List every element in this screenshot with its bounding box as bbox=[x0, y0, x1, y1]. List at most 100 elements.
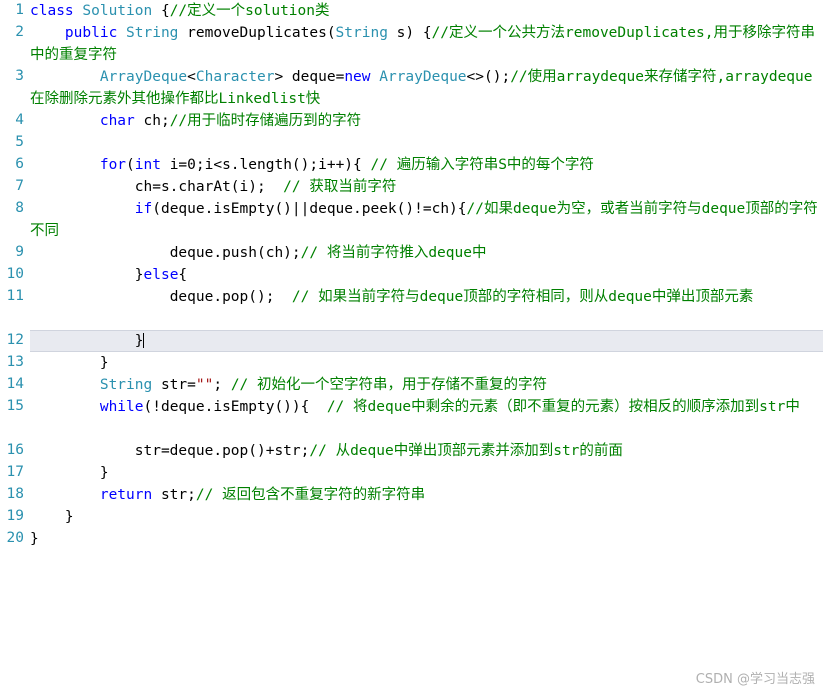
code-token: // 从deque中弹出顶部元素并添加到str的前面 bbox=[309, 443, 623, 459]
code-line[interactable]: return str;// 返回包含不重复字符的新字符串 bbox=[30, 485, 823, 507]
code-token: Character bbox=[195, 69, 275, 85]
code-line[interactable]: deque.push(ch);// 将当前字符推入deque中 bbox=[30, 243, 823, 265]
code-token: //用于临时存储遍历到的字符 bbox=[169, 113, 362, 129]
code-token: deque.push(ch); bbox=[30, 245, 301, 261]
code-token: <>(); bbox=[466, 69, 511, 85]
code-token: // 获取当前字符 bbox=[283, 179, 397, 195]
code-token: ArrayDeque bbox=[379, 69, 467, 85]
code-token: String bbox=[335, 25, 397, 41]
code-token: char bbox=[99, 113, 144, 129]
code-line[interactable]: if(deque.isEmpty()||deque.peek()!=ch){//… bbox=[30, 199, 823, 243]
code-line[interactable]: char ch;//用于临时存储遍历到的字符 bbox=[30, 111, 823, 133]
line-number: 1 bbox=[15, 2, 24, 18]
line-number: 6 bbox=[15, 156, 24, 172]
code-line[interactable]: public String removeDuplicates(String s)… bbox=[30, 23, 823, 67]
code-token: i=0;i<s.length();i++){ bbox=[169, 157, 371, 173]
line-number: 20 bbox=[6, 530, 24, 546]
line-number: 13 bbox=[6, 354, 24, 370]
code-token: ch=s.charAt(i); bbox=[30, 179, 284, 195]
code-token: // 初始化一个空字符串，用于存储不重复的字符 bbox=[230, 377, 547, 393]
code-line[interactable]: }else{ bbox=[30, 265, 823, 287]
code-token: ArrayDeque bbox=[99, 69, 188, 85]
line-number: 12 bbox=[6, 332, 24, 348]
line-number: 18 bbox=[6, 486, 24, 502]
line-number: 10 bbox=[6, 266, 24, 282]
code-line[interactable]: class Solution {//定义一个solution类 bbox=[30, 1, 823, 23]
code-token: } bbox=[30, 531, 39, 547]
code-token: str= bbox=[160, 377, 196, 393]
code-line[interactable]: str=deque.pop()+str;// 从deque中弹出顶部元素并添加到… bbox=[30, 441, 823, 463]
code-token: s) { bbox=[396, 25, 432, 41]
code-token: class bbox=[30, 3, 83, 19]
code-token: ( bbox=[126, 157, 135, 173]
code-token: } bbox=[30, 333, 144, 349]
code-token: //定义一个solution类 bbox=[169, 3, 330, 19]
code-line[interactable]: } bbox=[30, 331, 823, 353]
line-number: 3 bbox=[15, 68, 24, 84]
line-number: 2 bbox=[15, 24, 24, 40]
code-token: < bbox=[187, 69, 196, 85]
code-token: removeDuplicates( bbox=[187, 25, 336, 41]
code-token: (!deque.isEmpty()){ bbox=[143, 399, 327, 415]
code-token: String bbox=[99, 377, 161, 393]
code-token: for bbox=[99, 157, 127, 173]
code-token: public bbox=[64, 25, 127, 41]
code-token: deque.pop(); bbox=[30, 289, 292, 305]
code-token: } bbox=[30, 465, 109, 481]
code-line[interactable]: while(!deque.isEmpty()){ // 将deque中剩余的元素… bbox=[30, 397, 823, 419]
line-number: 14 bbox=[6, 376, 24, 392]
watermark-label: CSDN @学习当志强 bbox=[695, 672, 815, 687]
code-token: } bbox=[30, 509, 74, 525]
code-line[interactable]: for(int i=0;i<s.length();i++){ // 遍历输入字符… bbox=[30, 155, 823, 177]
code-line[interactable]: String str=""; // 初始化一个空字符串，用于存储不重复的字符 bbox=[30, 375, 823, 397]
code-token: (deque.isEmpty()||deque.peek()!=ch){ bbox=[152, 201, 467, 217]
line-number: 8 bbox=[15, 200, 24, 216]
line-number: 5 bbox=[15, 134, 24, 150]
code-editor[interactable]: 1 2 3 4 5 6 7 8 9 10 11 12 13 14 15 16 17 18 19 20 class So… bbox=[0, 0, 823, 693]
code-token: } bbox=[30, 267, 144, 283]
code-token: // 遍历输入字符串S中的每个字符 bbox=[370, 157, 594, 173]
code-line[interactable]: } bbox=[30, 529, 823, 551]
line-number-gutter: 1 2 3 4 5 6 7 8 9 10 11 12 13 14 15 16 17 18 19 20 bbox=[0, 0, 30, 693]
code-line[interactable]: } bbox=[30, 507, 823, 529]
text-cursor bbox=[142, 333, 144, 348]
code-token: // 如果当前字符与deque顶部的字符相同，则从deque中弹出顶部元素 bbox=[291, 289, 754, 305]
line-number: 11 bbox=[6, 288, 24, 304]
code-line[interactable]: } bbox=[30, 463, 823, 485]
code-token: Solution bbox=[82, 3, 161, 19]
line-number: 15 bbox=[6, 398, 24, 414]
code-token: "" bbox=[195, 377, 214, 393]
code-line[interactable]: deque.pop(); // 如果当前字符与deque顶部的字符相同，则从de… bbox=[30, 287, 823, 309]
code-token: else bbox=[143, 267, 179, 283]
code-token: while bbox=[99, 399, 144, 415]
code-token: str; bbox=[160, 487, 196, 503]
line-number: 4 bbox=[15, 112, 24, 128]
line-number: 17 bbox=[6, 464, 24, 480]
line-number: 16 bbox=[6, 442, 24, 458]
code-token: } bbox=[30, 355, 109, 371]
code-token: ch; bbox=[143, 113, 170, 129]
code-token: return bbox=[99, 487, 161, 503]
code-token: str=deque.pop()+str; bbox=[30, 443, 310, 459]
line-number: 19 bbox=[6, 508, 24, 524]
code-line[interactable]: } bbox=[30, 353, 823, 375]
code-token: int bbox=[134, 157, 170, 173]
line-number: 9 bbox=[15, 244, 24, 260]
code-token: if bbox=[134, 201, 153, 217]
line-number: 7 bbox=[15, 178, 24, 194]
code-token: // 返回包含不重复字符的新字符串 bbox=[195, 487, 426, 503]
code-token: > deque= bbox=[274, 69, 345, 85]
code-token: { bbox=[160, 3, 170, 19]
code-line[interactable]: ArrayDeque<Character> deque=new ArrayDeq… bbox=[30, 67, 823, 111]
code-token: String bbox=[126, 25, 188, 41]
code-line[interactable]: ch=s.charAt(i); // 获取当前字符 bbox=[30, 177, 823, 199]
code-token: // 将当前字符推入deque中 bbox=[300, 245, 487, 261]
code-content[interactable]: class Solution {//定义一个solution类 public S… bbox=[30, 0, 823, 693]
